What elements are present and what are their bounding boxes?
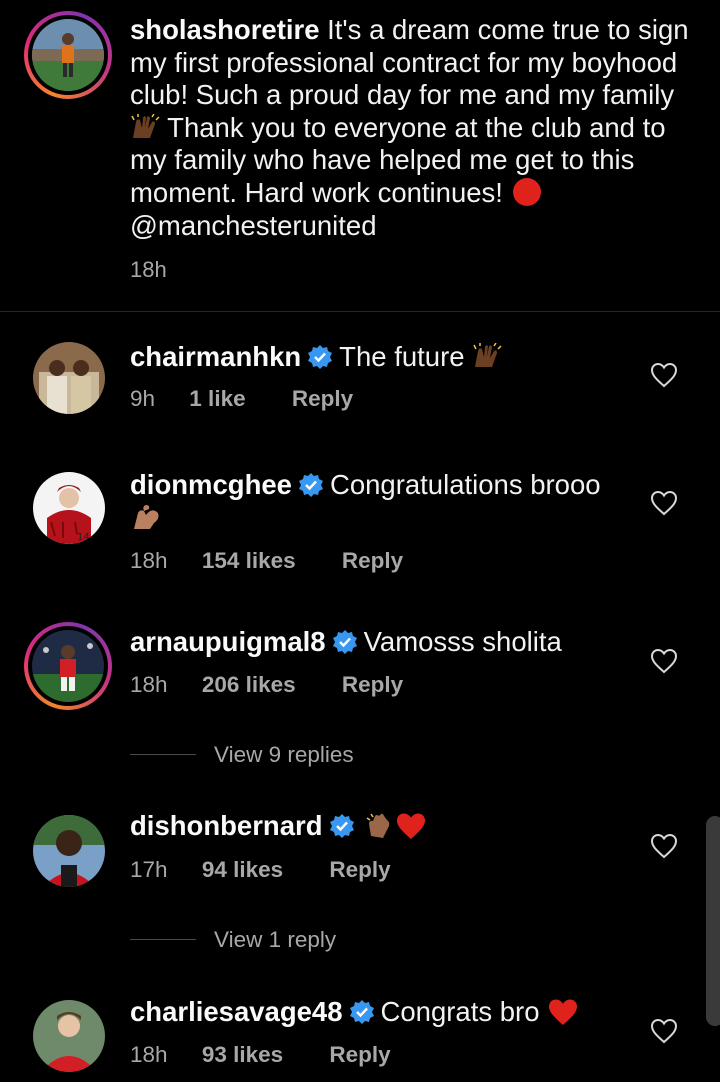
- reply-button[interactable]: Reply: [342, 548, 403, 574]
- view-replies-link[interactable]: View 9 replies: [130, 742, 354, 768]
- comment-item: charliesavage48 Congrats bro 18h 93 likes…: [0, 990, 720, 1082]
- view-replies-label: View 1 reply: [214, 927, 337, 952]
- replies-line: [130, 939, 196, 940]
- view-replies-link[interactable]: View 1 reply: [130, 927, 336, 953]
- avatar[interactable]: [33, 1000, 105, 1072]
- heart-outline-icon[interactable]: [650, 1018, 678, 1044]
- reply-button[interactable]: Reply: [329, 857, 390, 883]
- likes-count[interactable]: 154 likes: [202, 548, 296, 574]
- heart-outline-icon[interactable]: [650, 362, 678, 388]
- avatar[interactable]: [33, 815, 105, 887]
- reply-button[interactable]: Reply: [329, 1042, 390, 1068]
- comment-timestamp: 18h: [130, 672, 168, 697]
- comment-meta: 18h 206 likes Reply: [130, 672, 403, 698]
- caption-body-2: Thank you to everyone at the club and to…: [130, 111, 666, 208]
- comment-item: 14 dionmcghee Congratulations brooo 18h 1…: [0, 460, 720, 590]
- likes-count[interactable]: 206 likes: [202, 672, 296, 698]
- comment-timestamp: 9h: [130, 386, 156, 411]
- comment-text: charliesavage48 Congrats bro: [130, 995, 650, 1028]
- comment-text: arnaupuigmal8 Vamosss sholita: [130, 625, 650, 658]
- divider: [0, 311, 720, 312]
- caption-text: sholashoretire It's a dream come true to…: [130, 14, 690, 242]
- comment-username[interactable]: arnaupuigmal8: [130, 626, 326, 657]
- comment-username[interactable]: charliesavage48: [130, 996, 343, 1027]
- comment-meta: 17h 94 likes Reply: [130, 857, 391, 883]
- caption-username[interactable]: sholashoretire: [130, 14, 320, 45]
- comment-username[interactable]: chairmanhkn: [130, 341, 301, 372]
- verified-badge-icon: [329, 814, 354, 838]
- avatar[interactable]: 14: [33, 472, 105, 544]
- comment-meta: 18h 93 likes Reply: [130, 1042, 391, 1068]
- svg-text:14: 14: [77, 532, 90, 543]
- caption-mention[interactable]: @manchesterunited: [130, 210, 377, 241]
- reply-button[interactable]: Reply: [342, 672, 403, 698]
- view-replies-label: View 9 replies: [214, 742, 354, 767]
- post-caption: sholashoretire It's a dream come true to…: [0, 0, 720, 310]
- flexed-bicep-emoji-icon: [134, 505, 159, 529]
- avatar[interactable]: [32, 19, 104, 91]
- avatar[interactable]: [33, 342, 105, 414]
- heart-outline-icon[interactable]: [650, 833, 678, 859]
- raising-hands-emoji-icon: [131, 113, 160, 138]
- red-heart-emoji-icon: [549, 999, 578, 1025]
- likes-count[interactable]: 1 like: [189, 386, 245, 412]
- comment-body: Congrats bro: [380, 996, 540, 1027]
- comment-meta: 18h 154 likes Reply: [130, 548, 403, 574]
- comment-body: Congratulations brooo: [329, 469, 601, 500]
- comment-username[interactable]: dionmcghee: [130, 469, 292, 500]
- comment-text: dishonbernard: [130, 809, 650, 842]
- comment-meta: 9h 1 like Reply: [130, 386, 353, 412]
- comment-timestamp: 17h: [130, 857, 168, 882]
- comment-item: arnaupuigmal8 Vamosss sholita 18h 206 lik…: [0, 620, 720, 780]
- caption-timestamp: 18h: [130, 257, 167, 282]
- heart-outline-icon[interactable]: [650, 490, 678, 516]
- comment-timestamp: 18h: [130, 1042, 168, 1067]
- red-heart-emoji-icon: [396, 813, 425, 839]
- comment-item: dishonbernard 17h 94 likes Reply View 1 …: [0, 805, 720, 965]
- likes-count[interactable]: 94 likes: [202, 857, 283, 883]
- story-ring[interactable]: [24, 11, 112, 99]
- avatar[interactable]: [32, 630, 104, 702]
- comment-body: Vamosss sholita: [363, 626, 562, 657]
- red-circle-emoji-icon: [512, 177, 541, 206]
- replies-line: [130, 754, 196, 755]
- comment-item: chairmanhkn The future 9h 1 like Reply: [0, 330, 720, 440]
- verified-badge-icon: [332, 630, 357, 654]
- comment-text: chairmanhkn The future: [130, 340, 650, 373]
- verified-badge-icon: [349, 1000, 374, 1024]
- reply-button[interactable]: Reply: [292, 386, 353, 412]
- likes-count[interactable]: 93 likes: [202, 1042, 283, 1068]
- comment-timestamp: 18h: [130, 548, 168, 573]
- comment-username[interactable]: dishonbernard: [130, 810, 323, 841]
- raising-hands-emoji-icon: [473, 343, 502, 367]
- comment-text: dionmcghee Congratulations brooo: [130, 468, 650, 534]
- clapping-hands-emoji-icon: [366, 813, 389, 838]
- heart-outline-icon[interactable]: [650, 648, 678, 674]
- verified-badge-icon: [298, 473, 323, 497]
- verified-badge-icon: [308, 345, 333, 369]
- story-ring[interactable]: [24, 622, 112, 710]
- scrollbar[interactable]: [706, 816, 720, 1026]
- comment-body: The future: [339, 341, 465, 372]
